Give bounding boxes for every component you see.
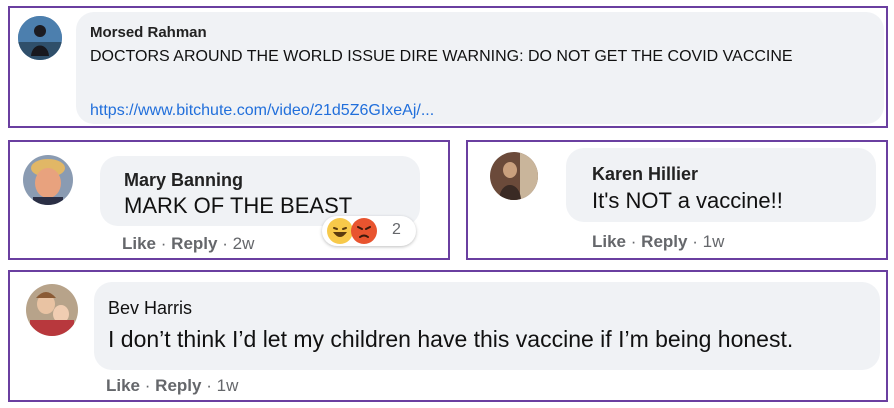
like-button[interactable]: Like <box>592 232 626 251</box>
person-silhouette-icon <box>18 16 62 60</box>
person-face-icon <box>23 155 73 205</box>
comment-author[interactable]: Mary Banning <box>124 170 243 191</box>
comment-author[interactable]: Morsed Rahman <box>90 24 207 41</box>
comment-card-bev: Bev Harris I don’t think I’d let my chil… <box>8 270 888 402</box>
like-button[interactable]: Like <box>122 234 156 253</box>
reply-button[interactable]: Reply <box>171 234 217 253</box>
comment-text: It's NOT a vaccine!! <box>592 188 783 213</box>
comment-card-mary: Mary Banning MARK OF THE BEAST 2 Like · … <box>8 140 450 260</box>
person-photo-icon <box>490 152 538 200</box>
avatar[interactable] <box>23 155 73 205</box>
reply-button[interactable]: Reply <box>641 232 687 251</box>
reaction-badge[interactable]: 2 <box>322 216 416 246</box>
avatar[interactable] <box>18 16 62 60</box>
comment-bubble: Morsed Rahman DOCTORS AROUND THE WORLD I… <box>76 12 884 124</box>
comment-timestamp[interactable]: 1w <box>217 376 239 395</box>
comment-text: MARK OF THE BEAST <box>124 193 353 218</box>
avatar[interactable] <box>26 284 78 336</box>
comment-link[interactable]: https://www.bitchute.com/video/21d5Z6GIx… <box>90 102 434 120</box>
comment-actions: Like · Reply · 2w <box>122 234 255 253</box>
comment-timestamp[interactable]: 1w <box>703 232 725 251</box>
comment-timestamp[interactable]: 2w <box>233 234 255 253</box>
comment-actions: Like · Reply · 1w <box>592 232 725 251</box>
reaction-count: 2 <box>392 221 401 238</box>
comment-text: DOCTORS AROUND THE WORLD ISSUE DIRE WARN… <box>90 48 793 65</box>
comment-actions: Like · Reply · 1w <box>106 376 239 395</box>
like-button[interactable]: Like <box>106 376 140 395</box>
reply-button[interactable]: Reply <box>155 376 201 395</box>
comment-card-karen: Karen Hillier It's NOT a vaccine!! Like … <box>466 140 888 260</box>
angry-emoji-icon <box>351 218 377 244</box>
comment-card-morsed: Morsed Rahman DOCTORS AROUND THE WORLD I… <box>8 6 888 128</box>
avatar[interactable] <box>490 152 538 200</box>
comment-bubble: Karen Hillier It's NOT a vaccine!! <box>566 148 876 222</box>
comment-bubble: Bev Harris I don’t think I’d let my chil… <box>94 282 880 370</box>
comment-author[interactable]: Karen Hillier <box>592 164 698 185</box>
people-photo-icon <box>26 284 78 336</box>
comment-text: I don’t think I’d let my children have t… <box>108 326 794 352</box>
comment-author[interactable]: Bev Harris <box>108 298 192 319</box>
